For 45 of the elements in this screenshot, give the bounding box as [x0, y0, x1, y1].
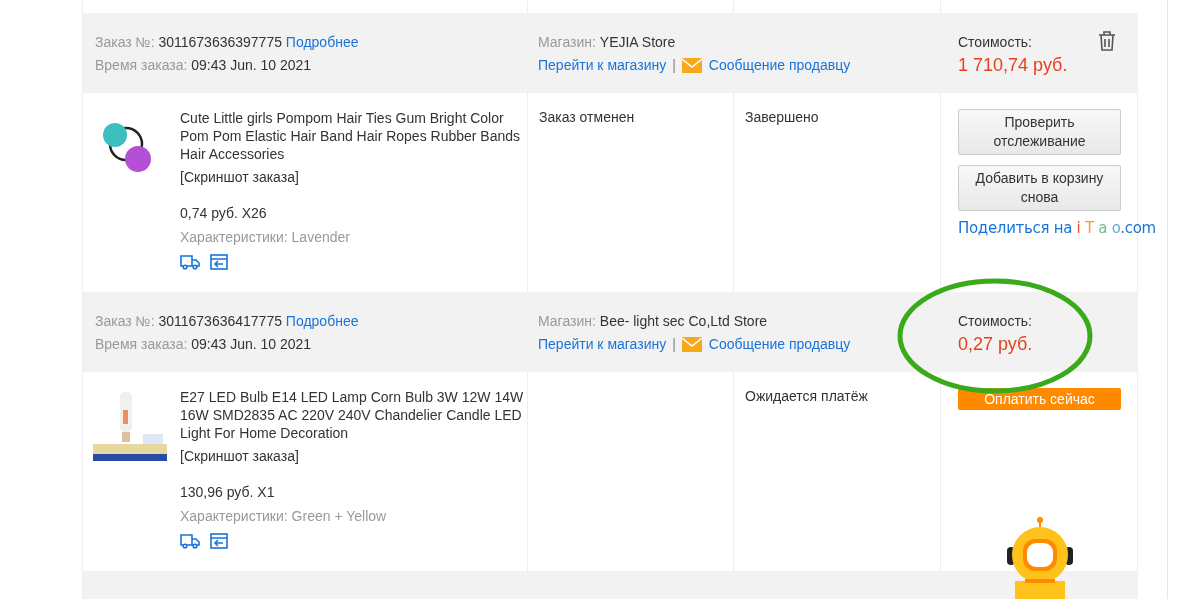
store-link[interactable]: Перейти к магазину [538, 54, 667, 77]
snapshot-link[interactable]: [Скриншот заказа] [180, 168, 525, 186]
product-specs: Характеристики: Lavender [180, 228, 351, 246]
mail-icon [681, 58, 702, 73]
order-time: 09:43 Jun. 10 2021 [191, 336, 312, 352]
store-label: Магазин: [538, 313, 596, 329]
product-specs: Характеристики: Green + Yellow [180, 507, 388, 525]
share-link[interactable]: Поделиться на i T a o.com [958, 219, 1156, 237]
store-link[interactable]: Перейти к магазину [538, 333, 667, 356]
return-box-icon[interactable] [210, 533, 228, 549]
order-cost: 0,27 руб. [958, 334, 1033, 354]
order-time-label: Время заказа: [95, 336, 188, 352]
mail-icon [681, 337, 702, 352]
action-button[interactable]: Добавить в корзину снова [958, 165, 1121, 211]
separator: | [672, 335, 676, 354]
product-price: 0,74 руб. X26 [180, 204, 268, 222]
product-title[interactable]: E27 LED Bulb E14 LED Lamp Corn Bulb 3W 12W 14W 16W SMD2835 AC 220V 240V Chandelier Candle LED Light For Home Decoration [180, 388, 525, 442]
order-number: 3011673636397775 [158, 34, 282, 50]
order-time: 09:43 Jun. 10 2021 [191, 57, 312, 73]
order-label: Заказ №: [95, 313, 155, 329]
details-link[interactable]: Подробнее [285, 34, 359, 50]
details-link[interactable]: Подробнее [285, 313, 359, 329]
message-seller-link[interactable]: Сообщение продавцу [708, 54, 851, 77]
return-box-icon[interactable] [210, 254, 228, 270]
store-name: Bee- light sec Co,Ltd Store [599, 313, 768, 329]
truck-icon[interactable] [180, 533, 200, 549]
cost-label: Стоимость: [958, 34, 1032, 50]
order-cost: 1 710,74 руб. [958, 55, 1068, 75]
order-status: Завершено [745, 109, 819, 125]
store-label: Магазин: [538, 34, 596, 50]
product-price: 130,96 руб. X1 [180, 483, 276, 501]
trash-icon[interactable] [1098, 31, 1116, 51]
order-status: Ожидается платёж [745, 388, 868, 404]
truck-icon[interactable] [180, 254, 200, 270]
order-time-label: Время заказа: [95, 57, 188, 73]
snapshot-link[interactable]: [Скриншот заказа] [180, 447, 525, 465]
action-button[interactable]: Проверить отслеживание [958, 109, 1121, 155]
message-seller-link[interactable]: Сообщение продавцу [708, 333, 851, 356]
product-title[interactable]: Cute Little girls Pompom Hair Ties Gum Bright Color Pom Pom Elastic Hair Band Hair Ropes Rubber Bands Hair Accessories [180, 109, 525, 163]
order-number: 3011673636417775 [158, 313, 282, 329]
order-label: Заказ №: [95, 34, 155, 50]
cost-label: Стоимость: [958, 313, 1032, 329]
store-name: YEJIA Store [599, 34, 676, 50]
separator: | [672, 56, 676, 75]
order-status: Заказ отменен [539, 109, 635, 125]
